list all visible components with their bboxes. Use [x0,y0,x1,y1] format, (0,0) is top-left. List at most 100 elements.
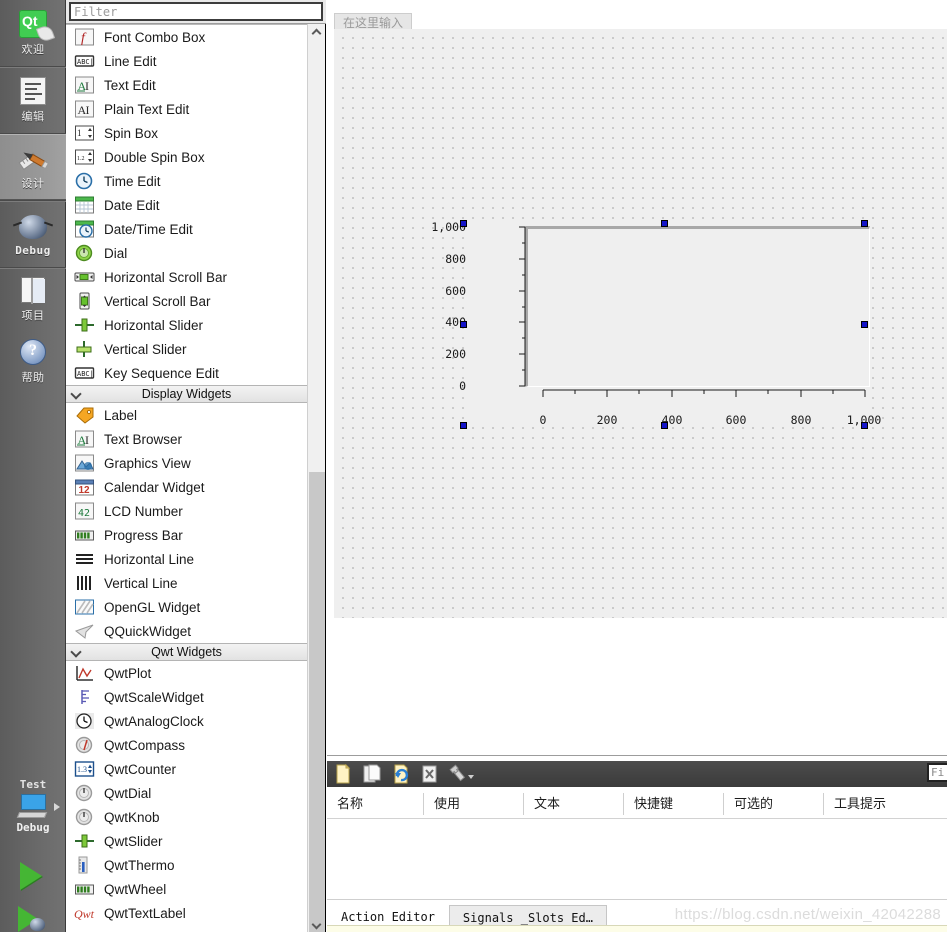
widget-list-item[interactable]: QwtSlider [66,829,307,853]
resize-handle-bottom-left[interactable] [460,422,467,429]
column-header-name[interactable]: 名称 [327,793,423,815]
resize-handle-bottom-right[interactable] [861,422,868,429]
resize-handle-bottom-center[interactable] [661,422,668,429]
action-table-body[interactable] [327,819,947,895]
widget-list-item[interactable]: Date/Time Edit [66,217,307,241]
widget-list-item[interactable]: QwtThermo [66,853,307,877]
delete-action-button[interactable] [420,764,440,784]
widget-list-item-label: Key Sequence Edit [104,365,219,381]
mode-item-projects[interactable]: 项目 [0,268,66,330]
widget-list-scrollbar[interactable] [307,24,325,932]
mode-item-debug[interactable]: Debug [0,201,66,267]
widget-list-item[interactable]: 1 Spin Box [66,121,307,145]
widget-list-item[interactable]: Time Edit [66,169,307,193]
kit-selector[interactable]: Test Debug [0,778,66,856]
filter-bar [66,0,326,24]
widget-list-item[interactable]: QwtCompass [66,733,307,757]
mode-item-edit[interactable]: 编辑 [0,67,66,133]
mode-item-design[interactable]: 设计 [0,134,66,200]
widget-list-item[interactable]: Date Edit [66,193,307,217]
action-filter-input[interactable]: Fi [927,763,947,782]
widget-group-header[interactable]: Display Widgets [66,385,307,403]
resize-handle-middle-right[interactable] [861,321,868,328]
widget-list-item[interactable]: QwtKnob [66,805,307,829]
widget-list-item[interactable]: Vertical Line [66,571,307,595]
start-debugging-button[interactable] [18,906,48,932]
widget-list-item[interactable]: A I Text Edit [66,73,307,97]
svg-text:ABC|: ABC| [77,58,94,66]
debug-bug-icon [17,212,49,242]
mode-item-label: 欢迎 [21,44,45,56]
widget-list-item-label: QwtCounter [104,761,177,777]
widget-list-item[interactable]: ABC| Line Edit [66,49,307,73]
column-header-checkable[interactable]: 可选的 [723,792,823,815]
widget-list-item-label: Vertical Slider [104,341,187,357]
widget-list-item[interactable]: Vertical Scroll Bar [66,289,307,313]
widget-list-item-label: Horizontal Slider [104,317,204,333]
widget-list-item[interactable]: ABC| Key Sequence Edit [66,361,307,385]
widget-list-item[interactable]: Vertical Slider [66,337,307,361]
widget-list-item[interactable]: QwtWheel [66,877,307,901]
graphics-view-icon [74,454,95,472]
widget-list-item[interactable]: 12 Calendar Widget [66,475,307,499]
scroll-down-button[interactable] [308,915,325,932]
mode-item-welcome[interactable]: 欢迎 [0,0,66,66]
horizontal-line-icon [74,550,95,568]
qwtplot-widget[interactable]: 1,000 800 600 400 200 0 0 200 400 600 80… [431,220,881,429]
widget-list[interactable]: f Font Combo Box ABC| Line Edit A I Text Edit A… [66,24,307,932]
svg-text:1: 1 [77,128,82,138]
widget-list-item[interactable]: QwtDial [66,781,307,805]
column-header-tooltip[interactable]: 工具提示 [823,792,947,815]
widget-list-item-label: Date Edit [104,197,160,213]
column-header-used[interactable]: 使用 [423,792,523,815]
scrollbar-thumb[interactable] [309,472,325,932]
form-editor[interactable]: 在这里输入 1,000 800 600 400 200 0 0 200 400 … [327,0,947,755]
run-button[interactable] [20,862,42,890]
widget-list-item[interactable]: Qwt QwtTextLabel [66,901,307,925]
widget-list-item[interactable]: QwtAnalogClock [66,709,307,733]
scroll-up-button[interactable] [308,24,325,41]
widget-list-item[interactable]: f Font Combo Box [66,25,307,49]
widget-list-item[interactable]: A I Plain Text Edit [66,97,307,121]
widget-list-item-label: Dial [104,245,128,261]
widget-list-item[interactable]: QQuickWidget [66,619,307,643]
run-play-icon [20,862,42,890]
mode-item-help[interactable]: 帮助 [0,330,66,392]
column-header-text[interactable]: 文本 [523,792,623,815]
chevron-up-icon [313,29,320,36]
widget-list-item[interactable]: QwtScaleWidget [66,685,307,709]
widget-list-item[interactable]: Horizontal Line [66,547,307,571]
resize-handle-top-right[interactable] [861,220,868,227]
widget-list-item[interactable]: Label [66,403,307,427]
qwtcounter-icon: 1.3 [74,760,95,778]
widget-list-item[interactable]: Horizontal Scroll Bar [66,265,307,289]
widget-list-item[interactable]: QwtPlot [66,661,307,685]
new-action-button[interactable] [333,763,353,784]
edit-refresh-button[interactable] [391,764,411,784]
text-edit-icon: AI [74,76,95,94]
vertical-scroll-bar-icon [74,292,95,310]
widget-list-item[interactable]: Horizontal Slider [66,313,307,337]
resize-handle-top-left[interactable] [460,220,467,227]
widget-list-item[interactable]: 1.3 QwtCounter [66,757,307,781]
widget-list-item[interactable]: Graphics View [66,451,307,475]
widget-group-header[interactable]: Qwt Widgets [66,643,307,661]
chevron-down-icon [313,920,320,927]
column-header-shortcut[interactable]: 快捷键 [623,792,723,815]
wrench-button[interactable] [449,764,475,784]
widget-list-item[interactable]: A I Text Browser [66,427,307,451]
form-canvas[interactable]: 1,000 800 600 400 200 0 0 200 400 600 80… [334,29,947,618]
widget-list-item-label: LCD Number [104,503,183,519]
widget-list-item[interactable]: OpenGL Widget [66,595,307,619]
widget-list-item[interactable]: Progress Bar [66,523,307,547]
qquickwidget-icon [74,622,95,640]
copy-action-button[interactable] [362,764,382,784]
qwtanalogclock-icon [74,712,95,730]
widget-list-item[interactable]: 42 LCD Number [66,499,307,523]
widget-filter-input[interactable] [69,2,323,21]
horizontal-slider-icon [74,316,95,334]
widget-list-item[interactable]: Dial [66,241,307,265]
resize-handle-top-center[interactable] [661,220,668,227]
widget-list-item[interactable]: 1.2 Double Spin Box [66,145,307,169]
resize-handle-middle-left[interactable] [460,321,467,328]
